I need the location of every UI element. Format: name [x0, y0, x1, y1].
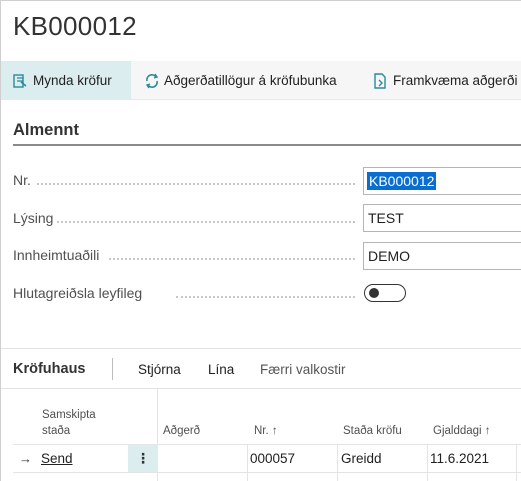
nr-value: KB000012 [367, 172, 437, 190]
create-claims-label: Mynda kröfur [33, 73, 112, 88]
collector-value: DEMO [368, 248, 410, 264]
subpage-divider [1, 348, 521, 349]
card-page: KB000012 Mynda kröfur Aðgerðatillögur á … [0, 0, 521, 481]
column-divider [247, 445, 248, 481]
toggle-knob [369, 288, 379, 298]
suggest-actions-button[interactable]: Aðgerðatillögur á kröfubunka [144, 61, 337, 100]
create-claims-button[interactable]: Mynda kröfur [1, 61, 131, 100]
create-claims-icon [13, 73, 27, 89]
column-header-status-line2: staða [42, 425, 71, 437]
subpage-separator [112, 358, 113, 380]
field-leader-dots [109, 258, 355, 260]
due-date-cell[interactable]: 11.6.2021 [430, 451, 489, 466]
current-row-arrow-icon: → [19, 451, 32, 466]
status-link[interactable]: Send [41, 451, 73, 466]
field-label-nr: Nr. [13, 172, 31, 188]
column-header-nr[interactable]: Nr. ↑ [254, 423, 278, 439]
execute-action-label: Framkvæma aðgerði [393, 73, 518, 88]
field-label-description: Lýsing [13, 210, 54, 226]
partial-payment-toggle[interactable] [364, 284, 406, 302]
row-actions-menu-icon[interactable]: ⋮ [128, 445, 158, 472]
field-leader-dots [57, 221, 355, 223]
nr-cell[interactable]: 000057 [250, 451, 295, 466]
page-title: KB000012 [13, 11, 137, 41]
column-divider [427, 445, 428, 481]
column-header-claim-status[interactable]: Staða kröfu [343, 423, 402, 439]
subpage-title[interactable]: Kröfuhaus [13, 361, 86, 377]
execute-action-button[interactable]: Framkvæma aðgerði [373, 61, 518, 100]
manage-menu[interactable]: Stjórna [138, 362, 181, 377]
suggest-actions-label: Aðgerðatillögur á kröfubunka [164, 73, 337, 88]
suggest-actions-icon [144, 73, 159, 89]
description-field[interactable]: TEST [363, 204, 521, 232]
line-menu[interactable]: Lína [208, 362, 234, 377]
column-header-due-date[interactable]: Gjalddagi ↑ [433, 423, 491, 439]
row-border [13, 472, 521, 473]
collector-field[interactable]: DEMO [363, 242, 521, 270]
fewer-options-button[interactable]: Færri valkostir [260, 362, 346, 377]
field-leader-dots [37, 183, 355, 185]
field-label-partial-payment: Hlutagreiðsla leyfileg [13, 285, 143, 301]
header-row-border [13, 444, 521, 445]
section-divider [13, 144, 521, 146]
claim-status-cell[interactable]: Greidd [341, 451, 382, 466]
nr-field[interactable]: KB000012 [363, 167, 521, 195]
field-leader-dots [176, 296, 355, 298]
action-bar: Mynda kröfur Aðgerðatillögur á kröfubunk… [1, 61, 521, 100]
column-divider [337, 445, 338, 481]
field-label-collector: Innheimtuaðili [13, 247, 100, 263]
grid-top-border [1, 388, 521, 389]
description-value: TEST [368, 210, 404, 226]
column-header-status-line1: Samskipta [42, 409, 96, 421]
column-divider [516, 445, 517, 481]
section-general-title[interactable]: Almennt [13, 121, 79, 140]
execute-action-icon [373, 72, 387, 89]
column-header-status[interactable]: Samskipta staða [42, 407, 96, 439]
column-header-action[interactable]: Aðgerð [163, 423, 200, 439]
